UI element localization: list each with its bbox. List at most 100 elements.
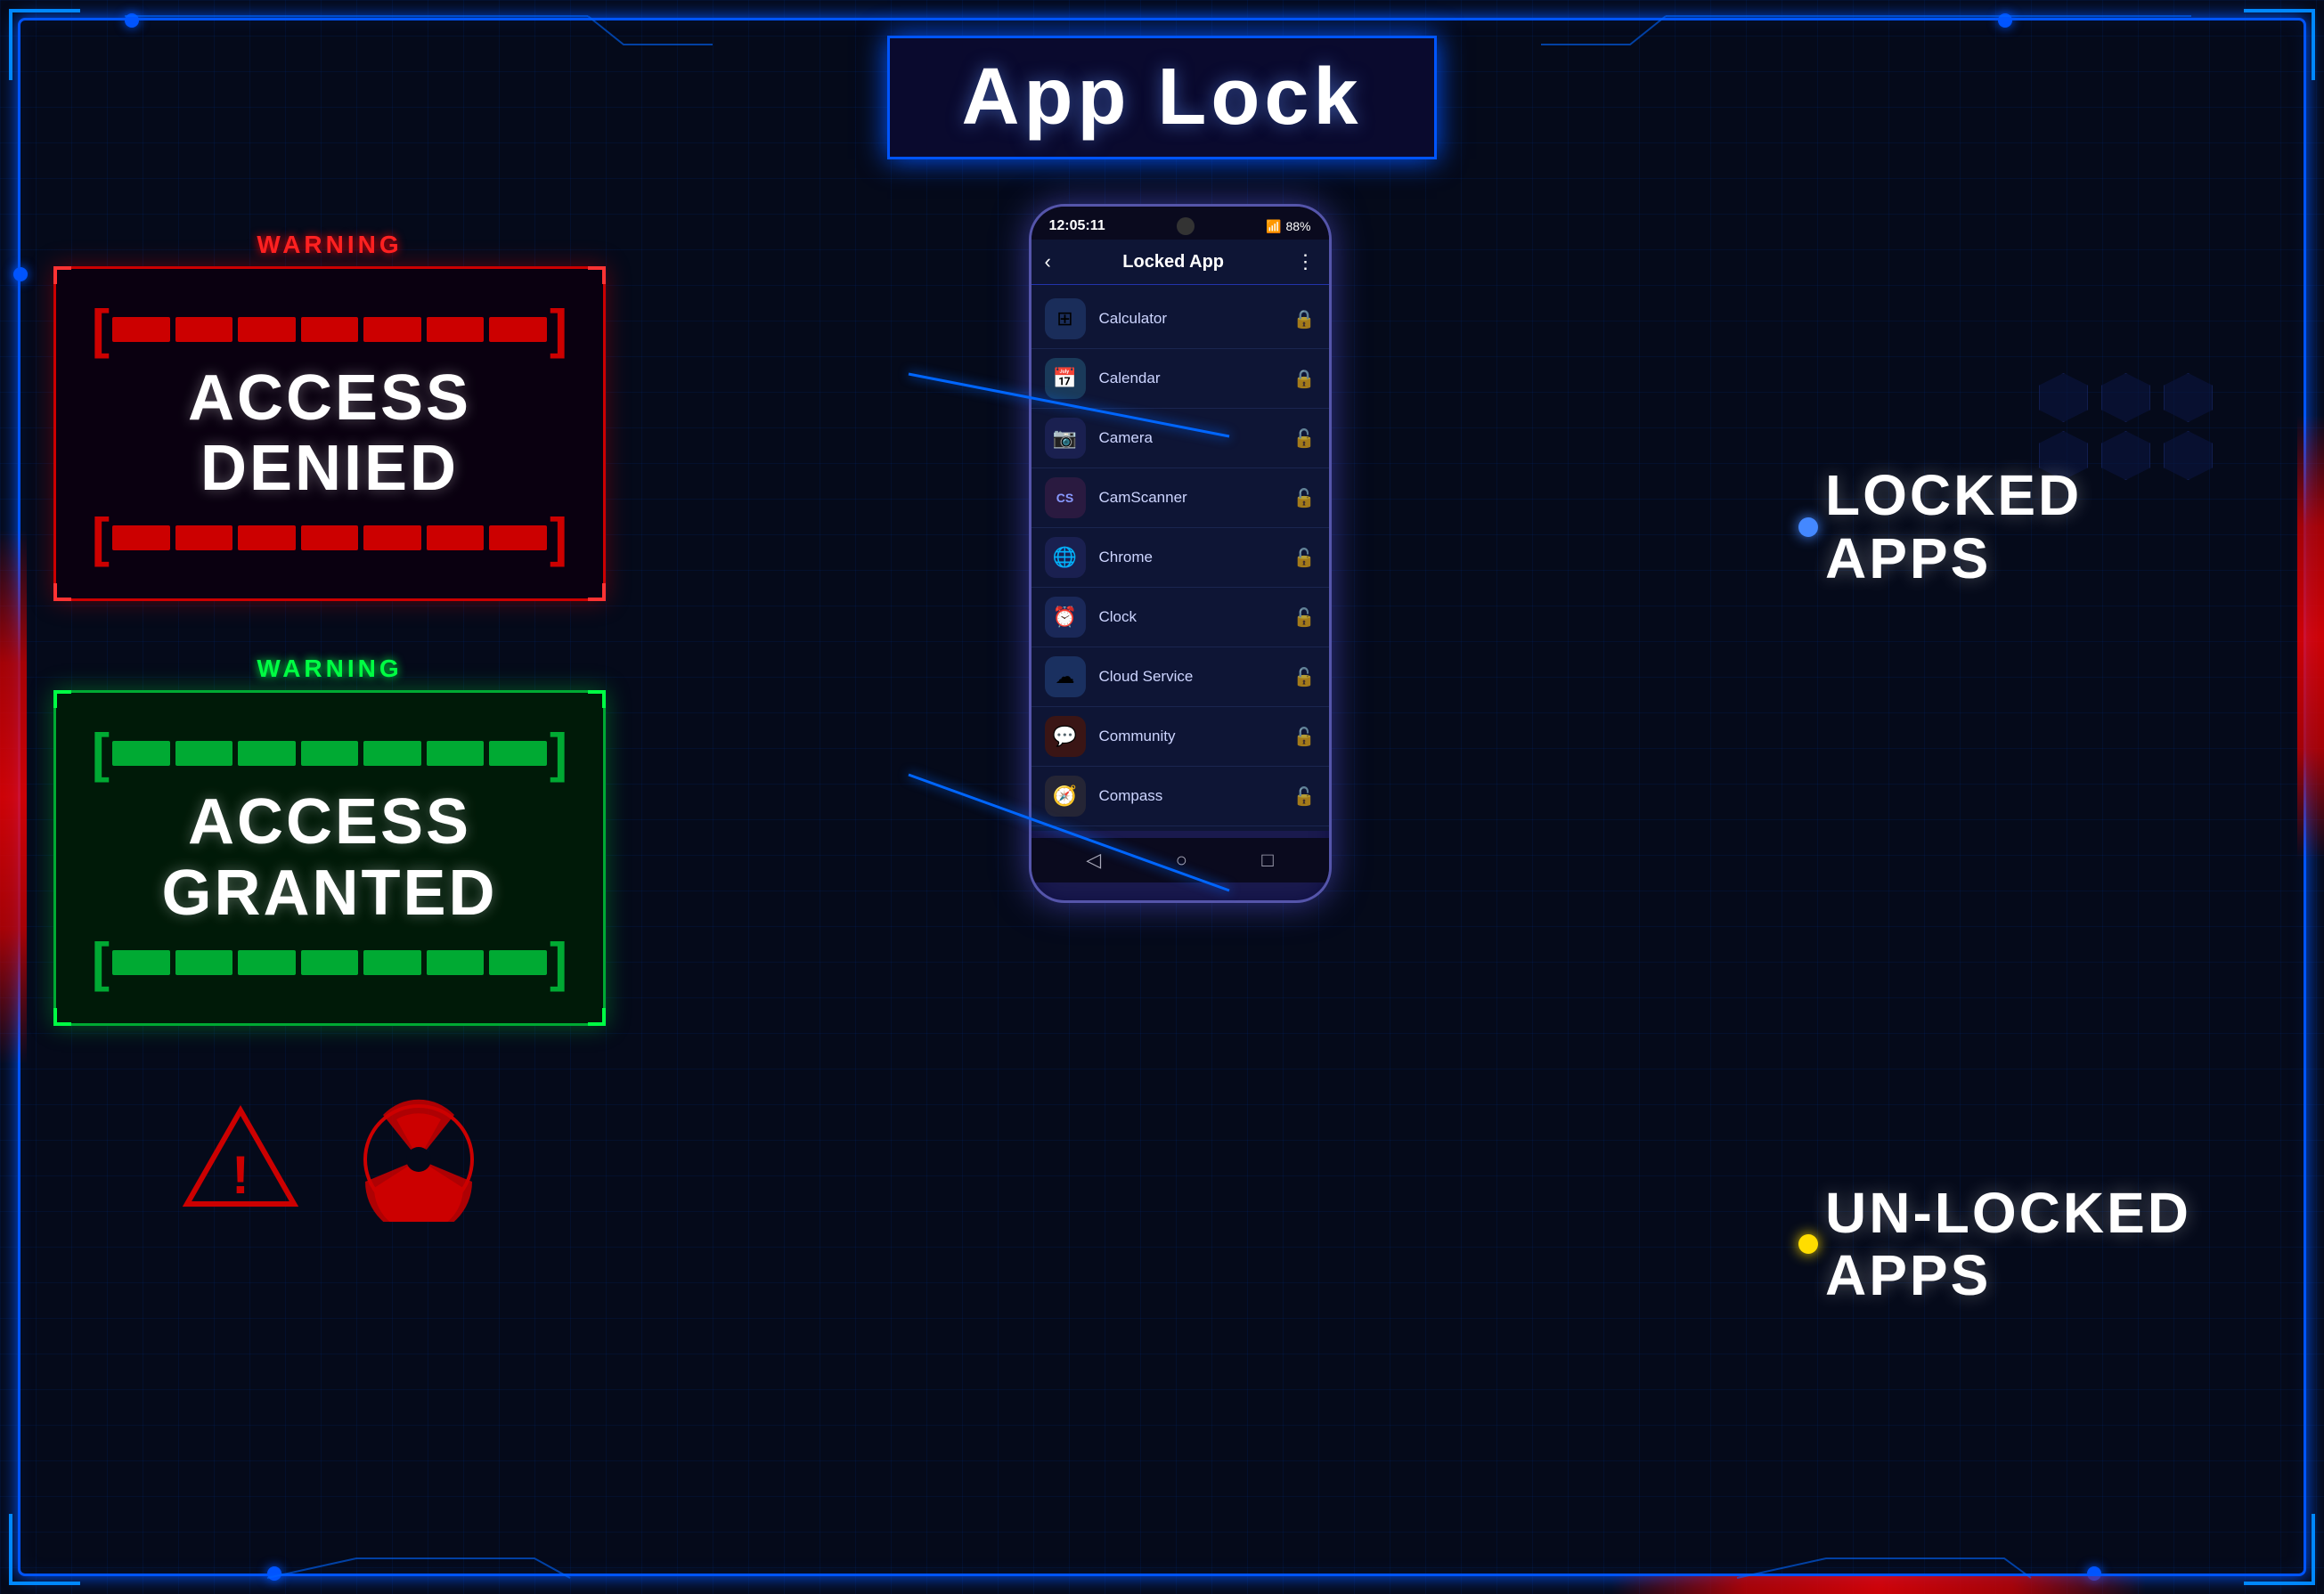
nav-home-button[interactable]: ○: [1176, 849, 1187, 872]
calendar-icon: 📅: [1045, 358, 1086, 399]
community-name: Community: [1099, 728, 1280, 745]
camscanner-lock-icon: 🔓: [1293, 487, 1316, 509]
phone-notch: [1177, 217, 1195, 235]
calculator-name: Calculator: [1099, 310, 1280, 328]
app-item-community[interactable]: 💬 Community 🔓: [1032, 707, 1329, 767]
corner-denied-bl: [53, 583, 71, 601]
nav-recent-button[interactable]: □: [1261, 849, 1273, 872]
stripe-g4: [301, 741, 359, 766]
stripe-5: [363, 317, 421, 342]
bracket-denied-left: [: [92, 303, 110, 356]
camera-name: Camera: [1099, 429, 1280, 447]
chrome-name: Chrome: [1099, 549, 1280, 566]
stripe-g6: [427, 741, 485, 766]
stripe-gb2: [175, 950, 233, 975]
app-item-camera[interactable]: 📷 Camera 🔓: [1032, 409, 1329, 468]
hex-3: [2164, 373, 2213, 422]
phone-status-bar: 12:05:11 📶 88%: [1032, 207, 1329, 240]
phone-menu-button[interactable]: ⋮: [1295, 250, 1315, 273]
radiation-icon: [356, 1097, 481, 1222]
camera-lock-icon: 🔓: [1293, 427, 1316, 450]
stripe-g1: [112, 741, 170, 766]
stripe-gb4: [301, 950, 359, 975]
phone-back-button[interactable]: ‹: [1045, 250, 1051, 273]
calculator-icon: ⊞: [1045, 298, 1086, 339]
calendar-name: Calendar: [1099, 370, 1280, 387]
phone-header-title: Locked App: [1122, 252, 1224, 272]
stripe-b6: [427, 525, 485, 550]
title-box: App Lock: [887, 36, 1436, 159]
unlocked-apps-line2: APPS: [1825, 1244, 2271, 1306]
app-item-clock[interactable]: ⏰ Clock 🔓: [1032, 588, 1329, 647]
community-icon: 💬: [1045, 716, 1086, 757]
bracket-granted-right: ]: [550, 727, 567, 780]
stripe-b3: [238, 525, 296, 550]
phone-status-icons: 📶 88%: [1266, 219, 1310, 234]
app-item-chrome[interactable]: 🌐 Chrome 🔓: [1032, 528, 1329, 588]
wifi-icon: 📶: [1266, 219, 1281, 234]
cloud-lock-icon: 🔓: [1293, 666, 1316, 688]
app-item-cloud[interactable]: ☁ Cloud Service 🔓: [1032, 647, 1329, 707]
battery-text: 88%: [1285, 219, 1310, 233]
unlocked-apps-label-block: UN-LOCKED APPS: [1825, 1182, 2271, 1307]
stripe-b4: [301, 525, 359, 550]
main-content: App Lock WARNING [: [0, 0, 2324, 1594]
hex-1: [2039, 373, 2088, 422]
stripe-g2: [175, 741, 233, 766]
camscanner-icon: CS: [1045, 477, 1086, 518]
stripe-1: [112, 317, 170, 342]
compass-name: Compass: [1099, 787, 1280, 805]
stripe-b7: [489, 525, 547, 550]
calendar-lock-icon: 🔒: [1293, 368, 1316, 390]
hex-2: [2101, 373, 2150, 422]
unlocked-apps-connector-dot: [1798, 1234, 1818, 1254]
stripe-gb5: [363, 950, 421, 975]
unlocked-apps-line1: UN-LOCKED: [1825, 1182, 2271, 1244]
corner-denied-br: [588, 583, 606, 601]
stripe-6: [427, 317, 485, 342]
icons-row: !: [53, 1079, 606, 1240]
access-granted-line2: GRANTED: [92, 858, 567, 929]
phone-header: ‹ Locked App ⋮: [1032, 240, 1329, 285]
phone-wrapper: 12:05:11 📶 88% ‹ Locked App ⋮: [1029, 204, 1332, 903]
stripe-gb6: [427, 950, 485, 975]
stripe-7: [489, 317, 547, 342]
locked-apps-line2: APPS: [1825, 527, 2271, 590]
cloud-name: Cloud Service: [1099, 668, 1280, 686]
compass-lock-icon: 🔓: [1293, 785, 1316, 808]
stripe-b1: [112, 525, 170, 550]
access-granted-block: WARNING [ ]: [53, 655, 606, 1025]
bracket-granted-left-b: [: [92, 936, 110, 989]
right-panel: LOCKED APPS UN-LOCKED APPS: [1754, 195, 2271, 1576]
app-title: App Lock: [961, 53, 1362, 142]
corner-denied-tr: [588, 266, 606, 284]
stripe-g3: [238, 741, 296, 766]
stripe-gb3: [238, 950, 296, 975]
locked-apps-line1: LOCKED: [1825, 464, 2271, 526]
community-lock-icon: 🔓: [1293, 726, 1316, 748]
stripe-bar-granted-bottom: [ ]: [92, 936, 567, 989]
stripe-bar-granted-top: [ ]: [92, 727, 567, 780]
corner-denied-tl: [53, 266, 71, 284]
unlocked-apps-label: UN-LOCKED APPS: [1825, 1182, 2271, 1307]
title-area: App Lock: [0, 0, 2324, 177]
corner-granted-bl: [53, 1008, 71, 1026]
phone-nav-bar: ◁ ○ □: [1032, 838, 1329, 882]
bracket-denied-right: ]: [550, 303, 567, 356]
stripe-4: [301, 317, 359, 342]
stripe-b2: [175, 525, 233, 550]
app-item-calculator[interactable]: ⊞ Calculator 🔒: [1032, 289, 1329, 349]
app-item-compass[interactable]: 🧭 Compass 🔓: [1032, 767, 1329, 826]
app-item-camscanner[interactable]: CS CamScanner 🔓: [1032, 468, 1329, 528]
stripe-gb1: [112, 950, 170, 975]
corner-granted-br: [588, 1008, 606, 1026]
svg-text:!: !: [232, 1145, 249, 1205]
stripe-bar-denied-top: [ ]: [92, 303, 567, 356]
locked-apps-label: LOCKED APPS: [1825, 464, 2271, 590]
phone-time: 12:05:11: [1049, 218, 1105, 234]
bracket-granted-right-b: ]: [550, 936, 567, 989]
access-granted-text: ACCESS GRANTED: [92, 787, 567, 928]
nav-back-button[interactable]: ◁: [1086, 849, 1101, 872]
app-item-calendar[interactable]: 📅 Calendar 🔒: [1032, 349, 1329, 409]
camscanner-name: CamScanner: [1099, 489, 1280, 507]
